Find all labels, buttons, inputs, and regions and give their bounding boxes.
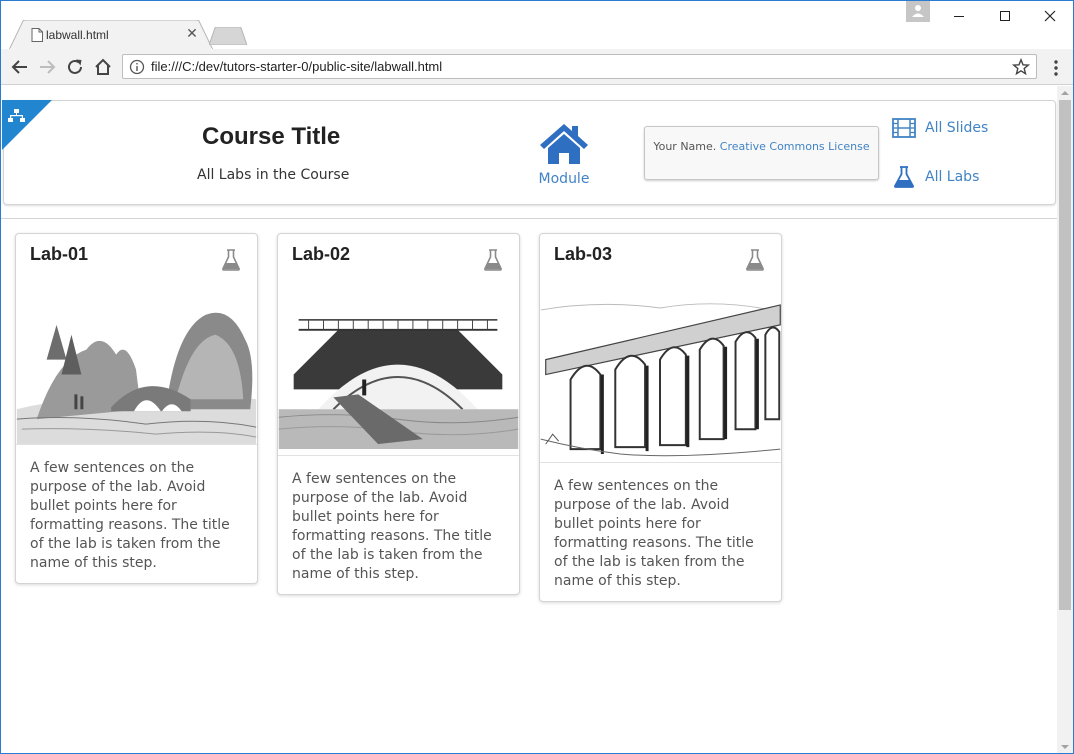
close-tab-icon[interactable]: ✕ bbox=[185, 26, 199, 40]
lab-card-header: Lab-03 bbox=[540, 234, 781, 300]
module-label: Module bbox=[538, 171, 590, 187]
scroll-up-icon[interactable] bbox=[1061, 89, 1069, 97]
license-author: Your Name. bbox=[653, 140, 717, 153]
lab-title[interactable]: Lab-01 bbox=[30, 244, 88, 265]
browser-window: labwall.html ✕ file:///C:/dev/tutors-sta… bbox=[0, 0, 1074, 754]
reload-icon bbox=[68, 59, 82, 74]
sitemap-corner-icon[interactable] bbox=[2, 100, 52, 150]
maximize-button[interactable] bbox=[982, 1, 1028, 31]
lab-card-header: Lab-01 bbox=[16, 234, 257, 300]
flask-icon bbox=[222, 249, 240, 271]
film-icon bbox=[892, 118, 916, 138]
forward-arrow-icon bbox=[40, 60, 56, 74]
minimize-button[interactable] bbox=[936, 1, 982, 31]
course-header: Course Title All Labs in the Course Modu… bbox=[2, 100, 1056, 205]
home-button[interactable] bbox=[92, 56, 114, 78]
profile-icon[interactable] bbox=[906, 1, 930, 22]
course-subtitle: All Labs in the Course bbox=[197, 167, 350, 183]
flask-icon bbox=[746, 249, 764, 271]
lab-card[interactable]: Lab-03 A few sentences on the purpose of… bbox=[539, 233, 782, 602]
scroll-thumb[interactable] bbox=[1059, 100, 1071, 610]
all-slides-link[interactable]: All Slides bbox=[892, 118, 988, 138]
new-tab-button[interactable] bbox=[209, 27, 247, 45]
bookmark-star-icon[interactable] bbox=[1012, 58, 1030, 76]
license-link[interactable]: Creative Commons License bbox=[720, 140, 870, 153]
home-icon bbox=[95, 58, 111, 75]
license-box: Your Name. Creative Commons License bbox=[644, 126, 879, 180]
lab-card[interactable]: Lab-02 A few sentences on the purpose of… bbox=[277, 233, 520, 595]
lab-description: A few sentences on the purpose of the la… bbox=[292, 471, 492, 582]
reload-button[interactable] bbox=[64, 56, 86, 78]
menu-icon[interactable] bbox=[1047, 58, 1065, 78]
all-slides-label: All Slides bbox=[925, 120, 989, 136]
scroll-down-icon[interactable] bbox=[1061, 743, 1069, 751]
all-labs-label: All Labs bbox=[925, 169, 980, 185]
lab-image-viaduct bbox=[540, 300, 781, 463]
back-button[interactable] bbox=[9, 56, 31, 78]
lab-description: A few sentences on the purpose of the la… bbox=[554, 478, 754, 589]
vertical-scrollbar[interactable] bbox=[1057, 86, 1073, 753]
lab-image-stone-bridge bbox=[16, 300, 257, 445]
lab-title[interactable]: Lab-03 bbox=[554, 244, 612, 265]
home-icon bbox=[540, 124, 588, 164]
lab-card-header: Lab-02 bbox=[278, 234, 519, 300]
flask-icon bbox=[893, 166, 915, 188]
tab-title: labwall.html bbox=[46, 28, 109, 42]
lab-description: A few sentences on the purpose of the la… bbox=[30, 460, 230, 571]
tab-labwall[interactable]: labwall.html ✕ bbox=[9, 20, 213, 50]
page-icon bbox=[31, 28, 43, 42]
tab-strip: labwall.html ✕ bbox=[1, 1, 1073, 50]
browser-toolbar: file:///C:/dev/tutors-starter-0/public-s… bbox=[1, 49, 1073, 85]
flask-icon bbox=[484, 249, 502, 271]
url-text[interactable]: file:///C:/dev/tutors-starter-0/public-s… bbox=[151, 59, 442, 74]
all-labs-link[interactable]: All Labs bbox=[892, 166, 979, 188]
address-bar[interactable]: file:///C:/dev/tutors-starter-0/public-s… bbox=[122, 54, 1037, 79]
back-arrow-icon bbox=[11, 60, 27, 74]
lab-image-arched-bridge bbox=[278, 300, 519, 456]
course-title: Course Title bbox=[202, 123, 341, 150]
lab-card[interactable]: Lab-01 A few sentences on the purpose of… bbox=[15, 233, 258, 584]
close-window-button[interactable] bbox=[1027, 1, 1073, 31]
page-viewport: Course Title All Labs in the Course Modu… bbox=[1, 86, 1057, 753]
forward-button[interactable] bbox=[36, 56, 58, 78]
module-link[interactable]: Module bbox=[534, 121, 594, 187]
lab-title[interactable]: Lab-02 bbox=[292, 244, 350, 265]
info-icon[interactable] bbox=[129, 59, 145, 75]
divider bbox=[1, 218, 1057, 219]
